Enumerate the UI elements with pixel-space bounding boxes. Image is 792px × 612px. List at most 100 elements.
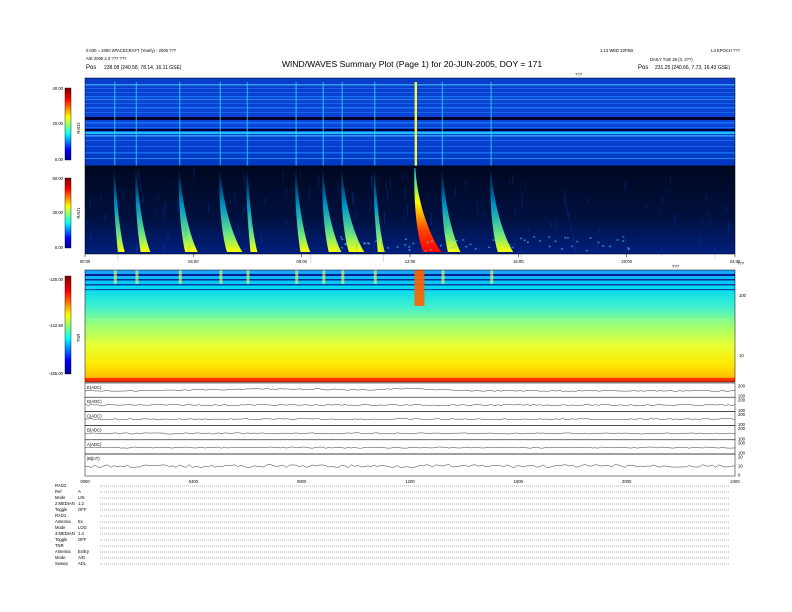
rad1-x-tick-label: 12:00 xyxy=(405,259,416,264)
stack-row-line xyxy=(84,387,735,392)
rad1-lowfreq-noise xyxy=(571,245,574,248)
rad1-noise xyxy=(163,243,164,255)
footer-value: LIN xyxy=(78,495,85,500)
rad1-x-axis: 00:00 04:00 08:00 12:00 16:00 20:00 24:00 xyxy=(80,254,741,264)
rad2-cb-tick-bot: 0.00 xyxy=(55,157,64,162)
tnr-dark-band xyxy=(85,284,735,286)
rad1-noise xyxy=(140,185,142,192)
rad2-cb-tick-mid: 20.00 xyxy=(53,121,64,126)
footer-key: Antenna xyxy=(55,519,71,524)
rad1-lowfreq-noise xyxy=(474,248,477,250)
rad1-noise xyxy=(356,243,357,253)
rad1-noise xyxy=(371,174,372,189)
rad1-noise xyxy=(568,212,569,222)
rad1-noise xyxy=(710,219,711,227)
rad2-dark-band xyxy=(85,129,735,131)
footer-key: Toggle xyxy=(55,507,68,512)
rad1-lowfreq-noise xyxy=(511,246,514,249)
rad1-noise xyxy=(370,199,372,210)
rad1-noise xyxy=(238,230,240,236)
rad1-noise xyxy=(455,186,456,196)
header-right-pos-label: Pos xyxy=(638,65,648,71)
rad1-lowfreq-noise xyxy=(387,247,390,249)
tnr-burst xyxy=(246,270,250,284)
rad1-noise xyxy=(551,221,552,229)
footer-group-name: RAD1 xyxy=(55,513,67,518)
rad1-lowfreq-noise xyxy=(439,244,442,247)
rad1-lowfreq-noise xyxy=(336,249,339,252)
stack-x-axis: 0000 0400 0800 1200 1600 2000 2400 xyxy=(80,479,740,484)
rad1-lowfreq-noise xyxy=(344,243,347,246)
header-left-pos-value: 238.08 (240.58, 78.14, 16.11 GSE) xyxy=(104,65,182,71)
rad1-noise xyxy=(646,205,648,210)
rad1-lowfreq-noise xyxy=(404,243,407,246)
rad2-band xyxy=(85,107,735,109)
stack-x-tick-label: 0000 xyxy=(80,479,90,484)
rad1-noise xyxy=(725,205,727,212)
rad2-panel: 40.00 20.00 0.00 RAD2 ??? xyxy=(53,72,736,167)
rad1-noise xyxy=(243,172,245,180)
stack-row-frame xyxy=(84,411,736,426)
rad1-noise xyxy=(575,245,576,255)
footer-value: 1.2 xyxy=(78,501,84,506)
stack-row-frame xyxy=(84,439,736,455)
tnr-dark-band xyxy=(85,274,735,276)
rad1-noise xyxy=(237,224,239,231)
stack-row-label: E(ADC) xyxy=(87,385,102,390)
rad2-ylabel: RAD2 xyxy=(76,122,81,134)
tnr-plasma-line xyxy=(85,343,735,345)
rad2-cb-tick-top: 40.00 xyxy=(53,86,64,91)
stack-x-tick-label: 0800 xyxy=(297,479,307,484)
rad1-lowfreq-noise xyxy=(564,236,567,239)
rad2-band xyxy=(85,92,735,93)
header-right-line2: DAILY TUE 28 (3, 3??) xyxy=(650,57,693,62)
rad1-lowfreq-noise xyxy=(450,237,453,239)
rad1-noise xyxy=(337,183,339,195)
footer-value: OFF xyxy=(78,507,87,512)
rad1-noise xyxy=(282,170,284,181)
rad1-noise xyxy=(662,196,664,204)
tnr-dark-band xyxy=(85,279,735,281)
footer-key: Mode xyxy=(55,555,66,560)
rad1-noise xyxy=(260,232,262,245)
rad1-noise xyxy=(494,199,496,207)
rad1-lowfreq-noise xyxy=(404,238,407,240)
footer-key: Toggle xyxy=(55,537,68,542)
header-right-line1b: L3 EPOCH ??? xyxy=(711,48,741,53)
footer-key: Mode xyxy=(55,525,66,530)
rad1-noise xyxy=(163,205,165,219)
rad1-noise xyxy=(136,245,138,253)
rad1-noise xyxy=(509,179,511,186)
rad1-noise xyxy=(514,241,515,248)
rad1-noise xyxy=(185,227,187,239)
rad1-noise xyxy=(555,217,557,232)
rad1-lowfreq-noise xyxy=(602,245,605,247)
stack-row-label: B(ADC) xyxy=(87,428,102,433)
rad1-noise xyxy=(355,209,356,221)
rad1-lowfreq-noise xyxy=(451,247,454,249)
rad1-noise xyxy=(567,206,568,216)
rad1-lowfreq-noise xyxy=(488,246,491,249)
stack-row-right-tick: 200 xyxy=(738,384,746,389)
rad1-lowfreq-noise xyxy=(508,244,511,246)
rad1-noise xyxy=(377,204,379,212)
rad1-lowfreq-noise xyxy=(366,242,369,244)
rad1-noise xyxy=(673,212,675,221)
rad2-band xyxy=(85,131,735,132)
rad2-burst-streak xyxy=(373,82,376,166)
tnr-bottom-band xyxy=(85,378,735,382)
rad1-noise xyxy=(521,198,523,210)
stack-row-label: A(ADC) xyxy=(87,442,102,447)
rad1-noise xyxy=(118,198,120,208)
rad1-noise xyxy=(624,238,626,245)
tnr-burst xyxy=(373,270,377,284)
rad1-colorbar xyxy=(64,177,72,249)
tnr-burst xyxy=(490,270,494,284)
rad1-noise xyxy=(243,205,245,215)
tnr-burst xyxy=(219,270,223,284)
rad1-noise xyxy=(193,168,195,181)
rad1-noise xyxy=(251,219,252,228)
rad2-burst-streak xyxy=(113,82,116,166)
rad2-band xyxy=(85,140,735,141)
rad1-lowfreq-noise xyxy=(429,248,432,251)
